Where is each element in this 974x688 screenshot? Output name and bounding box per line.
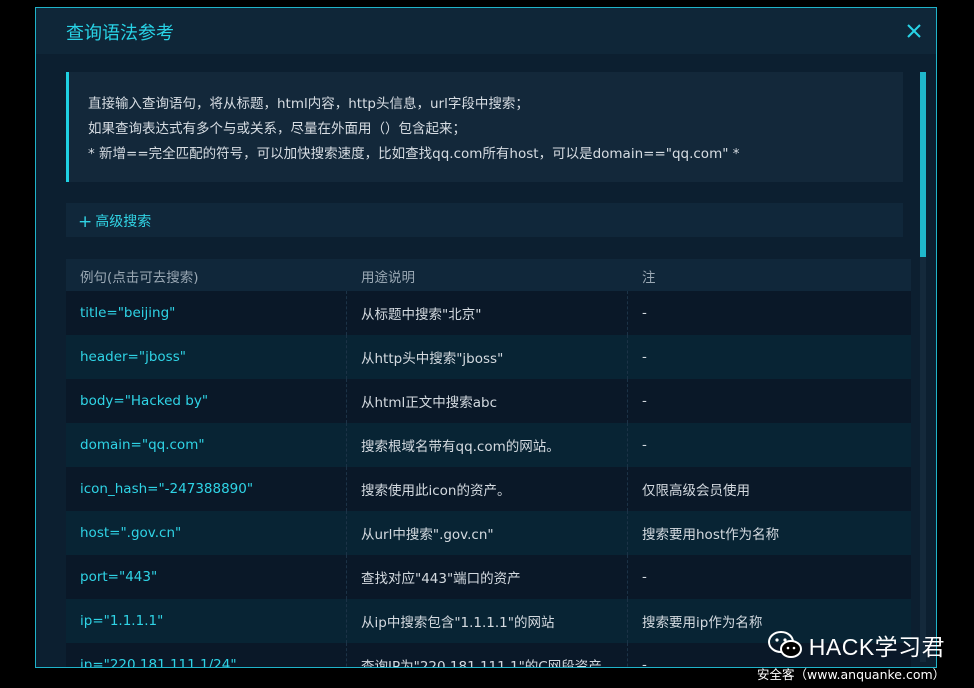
description-cell: 查找对应"443"端口的资产 [347,555,628,599]
description-cell: 搜索根域名带有qq.com的网站。 [347,423,628,467]
watermark-site: 安全客（www.anquanke.com） [757,667,946,682]
table-body: title="beijing" 从标题中搜索"北京" - header="jbo… [66,291,911,667]
close-button[interactable] [904,21,924,41]
example-query-link[interactable]: body="Hacked by" [66,379,347,423]
table-row: body="Hacked by" 从html正文中搜索abc - [66,379,911,423]
column-header-example: 例句(点击可去搜索) [80,270,199,286]
table-row: port="443" 查找对应"443"端口的资产 - [66,555,911,599]
advanced-search-toggle[interactable]: + 高级搜索 [66,203,903,237]
column-header-note: 注 [642,270,656,286]
description-cell: 从http头中搜索"jboss" [347,335,628,379]
description-cell: 从url中搜索".gov.cn" [347,511,628,555]
example-query-link[interactable]: domain="qq.com" [66,423,347,467]
syntax-notice: 直接输入查询语句，将从标题，html内容，http头信息，url字段中搜索； 如… [66,72,903,182]
table-row: icon_hash="-247388890" 搜索使用此icon的资产。 仅限高… [66,467,911,511]
description-cell: 从标题中搜索"北京" [347,291,628,335]
plus-icon: + [78,212,93,232]
table-row: host=".gov.cn" 从url中搜索".gov.cn" 搜索要用host… [66,511,911,555]
example-query-link[interactable]: title="beijing" [66,291,347,335]
description-cell: 从ip中搜索包含"1.1.1.1"的网站 [347,599,628,643]
example-query-link[interactable]: ip="1.1.1.1" [66,599,347,643]
example-query-link[interactable]: host=".gov.cn" [66,511,347,555]
scrollbar-thumb[interactable] [920,72,926,257]
column-header-description: 用途说明 [361,270,415,286]
note-cell: - [642,349,647,365]
example-query-link[interactable]: header="jboss" [66,335,347,379]
dialog-header: 查询语法参考 [36,8,936,54]
example-query-link[interactable]: port="443" [66,555,347,599]
watermark: HACK学习君 安全客（www.anquanke.com） [757,628,945,683]
description-cell: 查询IP为"220.181.111.1"的C网段资产 [347,643,628,667]
note-cell: - [642,437,647,453]
vertical-scrollbar[interactable] [920,72,926,662]
table-header: 例句(点击可去搜索) 用途说明 注 [66,259,911,291]
syntax-table: 例句(点击可去搜索) 用途说明 注 title="beijing" 从标题中搜索… [66,259,911,667]
description-cell: 搜索使用此icon的资产。 [347,467,628,511]
query-syntax-dialog: 查询语法参考 直接输入查询语句，将从标题，html内容，http头信息，url字… [35,7,937,668]
advanced-search-label: 高级搜索 [95,214,152,230]
note-cell: - [642,569,647,585]
watermark-brand: HACK学习君 [808,634,946,660]
table-row: title="beijing" 从标题中搜索"北京" - [66,291,911,335]
close-icon [907,24,921,38]
table-row: domain="qq.com" 搜索根域名带有qq.com的网站。 - [66,423,911,467]
notice-line: 直接输入查询语句，将从标题，html内容，http头信息，url字段中搜索； [88,96,529,112]
notice-line: * 新增==完全匹配的符号，可以加快搜索速度，比如查找qq.com所有host，… [88,146,740,162]
table-row: header="jboss" 从http头中搜索"jboss" - [66,335,911,379]
dialog-title: 查询语法参考 [66,23,174,44]
description-cell: 从html正文中搜索abc [347,379,628,423]
wechat-icon [767,631,802,658]
example-query-link[interactable]: icon_hash="-247388890" [66,467,347,511]
note-cell: - [642,393,647,409]
example-query-link[interactable]: ip="220.181.111.1/24" [66,643,347,667]
note-cell: 搜索要用host作为名称 [642,527,780,543]
notice-line: 如果查询表达式有多个与或关系，尽量在外面用（）包含起来； [88,121,466,137]
note-cell: - [642,305,647,321]
note-cell: 仅限高级会员使用 [642,483,750,499]
